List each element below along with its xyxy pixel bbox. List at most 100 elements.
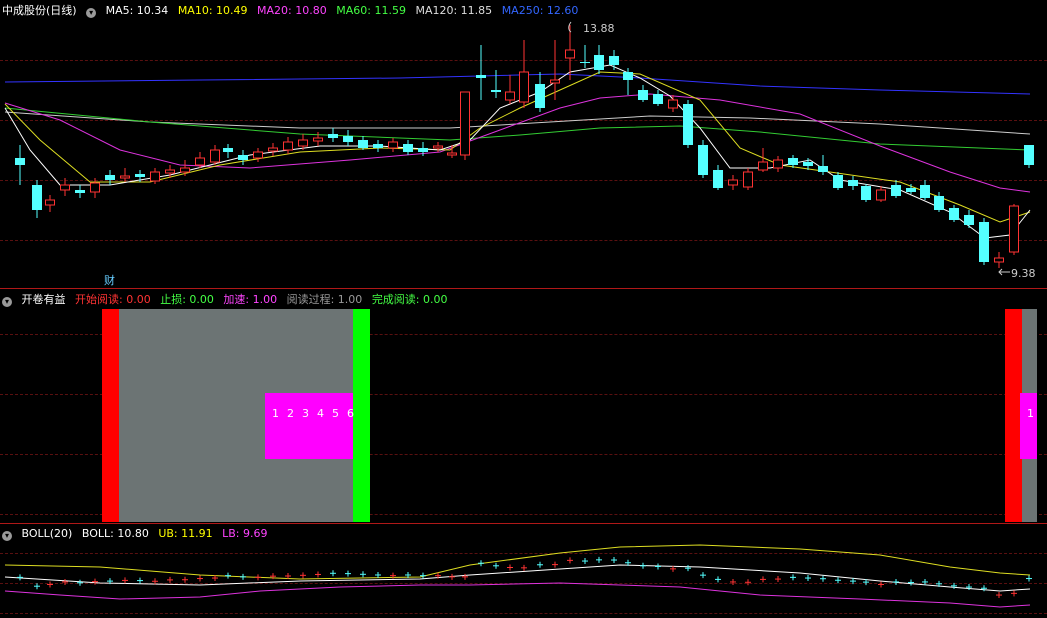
low-marker: 9.38 [998, 267, 1036, 280]
boll-upper-line [4, 544, 1031, 580]
boll-tick [34, 583, 40, 590]
boll-tick [152, 578, 158, 585]
candle [223, 144, 233, 158]
count-label: 4 [317, 407, 324, 420]
boll-tick [167, 576, 173, 583]
accelerate-zone [265, 393, 353, 459]
start-reading-bar-right [1005, 309, 1022, 522]
boll-panel[interactable]: ▾ BOLL(20) BOLL: 10.80 UB: 11.91 LB: 9.6… [0, 525, 1047, 618]
main-legend: 中成股份(日线) ▾ MA5: 10.34 MA10: 10.49 MA20: … [2, 2, 584, 18]
candle [861, 184, 871, 202]
candle [728, 175, 738, 190]
candle [979, 218, 989, 265]
ma5-value: MA5: 10.34 [105, 4, 169, 17]
candle [891, 180, 901, 198]
boll-tick [478, 560, 484, 567]
ma250-value: MA250: 12.60 [501, 4, 579, 17]
ma250-line [4, 73, 1031, 95]
candle [920, 180, 930, 200]
boll-tick [360, 571, 366, 578]
settings-toggle-icon[interactable]: ▾ [86, 8, 97, 18]
boll-tick [760, 576, 766, 583]
boll-tick [820, 575, 826, 582]
candle [388, 138, 398, 152]
indicator-legend: ▾ 开卷有益 开始阅读: 0.00 止损: 0.00 加速: 1.00 阅读过程… [2, 291, 454, 307]
boll-tick [300, 572, 306, 579]
stock-title[interactable]: 中成股份(日线) [2, 4, 77, 17]
count-label: 2 [287, 407, 294, 420]
candle [580, 45, 590, 68]
candle [609, 50, 619, 70]
boll-tick [521, 564, 527, 571]
boll-tick [730, 578, 736, 585]
boll-tick [537, 561, 543, 568]
candle [876, 186, 886, 202]
candle [283, 137, 293, 154]
boll-tick [62, 578, 68, 585]
boll-tick [375, 571, 381, 578]
boll-tick [596, 556, 602, 563]
candle [623, 68, 633, 95]
boll-tick [47, 581, 53, 588]
boll-tick [92, 578, 98, 585]
boll-tick [552, 561, 558, 568]
boll-tick [449, 573, 455, 580]
boll-tick [790, 574, 796, 581]
candlestick-chart[interactable]: 13.88 9.38 [0, 0, 1047, 288]
candle [15, 145, 25, 185]
boll-tick [582, 558, 588, 565]
stop-loss-value: 止损: 0.00 [160, 293, 214, 306]
boll-title[interactable]: BOLL(20) [22, 527, 73, 540]
boll-tick [893, 578, 899, 585]
candle [638, 85, 648, 102]
count-label: 5 [332, 407, 339, 420]
boll-lower-line [4, 582, 1031, 608]
accelerate-value: 加速: 1.00 [223, 293, 278, 306]
candle [743, 168, 753, 190]
finance-event-marker[interactable]: 财 [104, 272, 115, 288]
boll-tick [745, 579, 751, 586]
ma5-line [4, 64, 1031, 239]
accelerate-zone-right [1020, 393, 1037, 459]
candle [328, 128, 338, 142]
boll-mid-value: BOLL: 10.80 [81, 527, 149, 540]
count-label: 1 [272, 407, 279, 420]
boll-tick [493, 562, 499, 569]
boll-tick [315, 571, 321, 578]
candle [713, 165, 723, 190]
candle [848, 176, 858, 190]
boll-tick [255, 574, 261, 581]
panel-divider[interactable] [0, 523, 1047, 524]
candle [683, 100, 693, 148]
candle [758, 148, 768, 172]
candle [343, 130, 353, 146]
boll-tick [240, 573, 246, 580]
candle [1024, 145, 1034, 168]
settings-toggle-icon[interactable]: ▾ [2, 531, 12, 541]
boll-tick [908, 579, 914, 586]
boll-tick [77, 579, 83, 586]
boll-tick [225, 572, 231, 579]
finish-reading-bar [353, 309, 370, 522]
ma120-value: MA120: 11.85 [415, 4, 493, 17]
indicator-panel[interactable]: 1 2 3 4 5 6 1 ▾ 开卷有益 开始阅读: 0.00 止损: 0.00… [0, 289, 1047, 523]
candle [668, 95, 678, 112]
candle [773, 156, 783, 172]
start-reading-bar [102, 309, 119, 522]
candle [373, 140, 383, 152]
settings-toggle-icon[interactable]: ▾ [2, 297, 12, 307]
candle [75, 185, 85, 198]
candle [949, 205, 959, 222]
candle [105, 170, 115, 185]
candle [818, 155, 828, 175]
boll-tick [345, 570, 351, 577]
candle [358, 136, 368, 150]
finish-reading-value: 完成阅读: 0.00 [371, 293, 448, 306]
candle [45, 195, 55, 212]
high-marker: 13.88 [568, 21, 615, 35]
boll-tick [182, 576, 188, 583]
candle [433, 142, 443, 152]
indicator-title[interactable]: 开卷有益 [22, 293, 66, 306]
candle [535, 72, 545, 112]
main-chart-panel[interactable]: 13.88 9.38 中成股份(日线) ▾ MA5: 10.34 MA10: 1… [0, 0, 1047, 288]
